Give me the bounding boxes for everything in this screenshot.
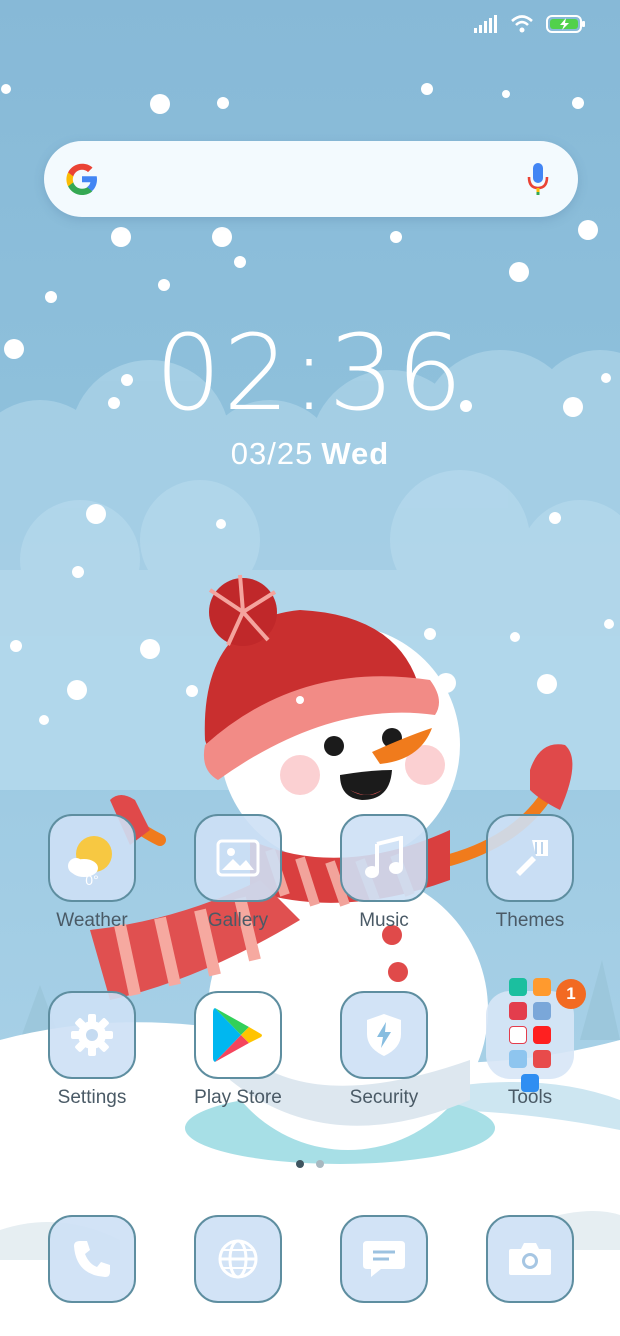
weather-sun-cloud-icon: 0° <box>48 814 136 902</box>
messages-icon <box>340 1215 428 1303</box>
weekday-text: Wed <box>321 436 390 471</box>
mic-icon[interactable] <box>526 161 550 197</box>
signal-icon <box>474 15 497 33</box>
phone-icon <box>48 1215 136 1303</box>
play-store-icon <box>194 991 282 1079</box>
dock-browser[interactable] <box>173 1215 303 1303</box>
google-search-bar[interactable] <box>44 141 578 217</box>
notification-badge: 1 <box>556 979 586 1009</box>
mini-gmail-icon <box>509 1026 527 1044</box>
app-play-store[interactable]: Play Store <box>173 991 303 1109</box>
mini-infinity-icon <box>521 1074 539 1092</box>
mini-contacts-icon <box>533 1002 551 1020</box>
folder-icon: 1 <box>486 978 586 1092</box>
gallery-image-icon <box>194 814 282 902</box>
app-label: Music <box>359 910 409 931</box>
page-dot[interactable] <box>316 1160 324 1168</box>
camera-icon <box>486 1215 574 1303</box>
mini-feedback-icon <box>533 1050 551 1068</box>
mini-youtube-icon <box>533 1026 551 1044</box>
google-g-icon <box>66 163 97 195</box>
dock-phone[interactable] <box>27 1215 157 1303</box>
app-label: Settings <box>57 1087 127 1108</box>
app-weather[interactable]: 0° Weather <box>27 814 157 932</box>
date-text: 03/25 <box>230 436 314 471</box>
app-settings[interactable]: Settings <box>27 991 157 1109</box>
app-label: Security <box>349 1087 419 1108</box>
dock-messages[interactable] <box>319 1215 449 1303</box>
clock-date[interactable]: 03/25 Wed <box>0 436 620 472</box>
app-label: Gallery <box>207 910 269 931</box>
mini-duo-icon <box>509 1050 527 1068</box>
mini-play-icon <box>533 978 551 996</box>
app-music[interactable]: Music <box>319 814 449 932</box>
app-label: Themes <box>495 910 565 931</box>
browser-globe-icon <box>194 1215 282 1303</box>
app-label: Weather <box>56 910 128 931</box>
shield-bolt-icon <box>340 991 428 1079</box>
page-dot-active[interactable] <box>296 1160 304 1168</box>
folder-tools[interactable]: 1 Tools <box>465 978 595 1109</box>
clock-time[interactable]: 02:36 <box>0 312 620 434</box>
gear-icon <box>48 991 136 1079</box>
home-screen: 02:36 03/25 Wed 0° Weather Gallery Music… <box>0 0 620 1336</box>
status-bar <box>474 14 586 34</box>
paintbrush-icon <box>486 814 574 902</box>
app-label: Play Store <box>194 1087 282 1108</box>
mini-scanner-icon <box>509 978 527 996</box>
dock-camera[interactable] <box>465 1215 595 1303</box>
battery-charging-icon <box>546 15 585 33</box>
app-security[interactable]: Security <box>319 991 449 1109</box>
app-themes[interactable]: Themes <box>465 814 595 932</box>
weather-temp: 0° <box>85 872 99 888</box>
wifi-icon <box>511 15 533 33</box>
music-note-icon <box>340 814 428 902</box>
app-gallery[interactable]: Gallery <box>173 814 303 932</box>
mini-movies-icon <box>509 1002 527 1020</box>
page-indicator <box>0 1160 620 1168</box>
